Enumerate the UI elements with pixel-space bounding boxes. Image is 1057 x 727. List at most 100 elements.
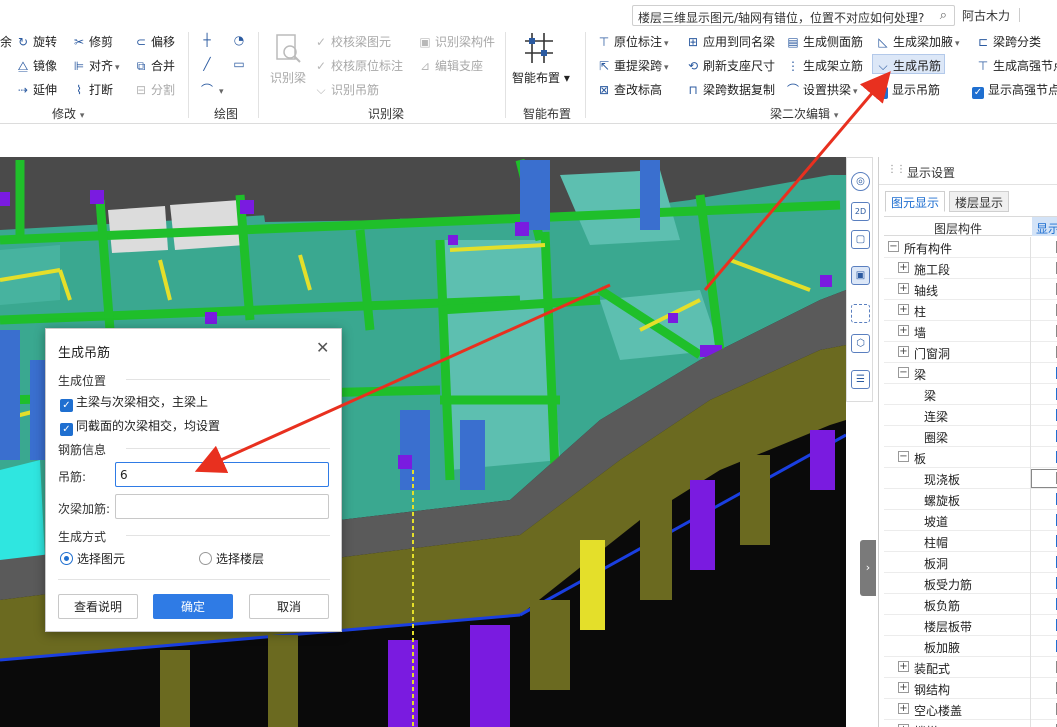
apply-same-beam-button[interactable]: ⊞ 应用到同名梁 — [686, 33, 775, 50]
properties-list-icon[interactable]: ☰ — [851, 370, 870, 389]
gen-hanger-button[interactable]: ⌵ 生成吊筋 — [872, 54, 946, 74]
tree-row[interactable]: 坡道 — [884, 510, 1057, 531]
radio-select-element[interactable]: 选择图元 — [60, 550, 125, 567]
set-arch-beam-button[interactable]: ⌒ 设置拱梁 ▾ — [786, 81, 858, 98]
tree-row[interactable]: 现浇板 — [884, 468, 1057, 489]
gen-beam-haunch-button[interactable]: ◺ 生成梁加腋 ▾ — [876, 33, 959, 50]
tree-row[interactable]: 板负筋 — [884, 594, 1057, 615]
mirror-button[interactable]: ⧋ 镜像 — [16, 57, 57, 74]
tree-row[interactable]: 连梁 — [884, 405, 1057, 426]
break-button[interactable]: ⌇ 打断 — [72, 81, 113, 98]
expand-icon[interactable]: + — [898, 283, 909, 294]
expand-icon[interactable]: + — [898, 325, 909, 336]
close-icon[interactable]: ✕ — [316, 338, 329, 357]
tree-row[interactable]: + 门窗洞 — [884, 342, 1057, 363]
tree-row[interactable]: +楼梯 — [884, 720, 1057, 727]
tree-row[interactable]: 板洞 — [884, 552, 1057, 573]
help-button[interactable]: 查看说明 — [58, 594, 138, 619]
tree-row[interactable]: − 板 — [884, 447, 1057, 468]
search-icon[interactable]: ⌕ — [940, 8, 947, 23]
help-search-box[interactable]: 楼层三维显示图元/轴网有错位，位置不对应如何处理? ⌕ — [632, 5, 955, 26]
align-button[interactable]: ⊫ 对齐 ▾ — [72, 57, 120, 74]
draw-point-button[interactable]: ┼ — [200, 33, 217, 47]
tree-row[interactable]: + 墙 — [884, 321, 1057, 342]
tree-row[interactable]: + 施工段 — [884, 258, 1057, 279]
tree-row[interactable]: 圈梁 — [884, 426, 1057, 447]
gen-erection-bar-button[interactable]: ⋮ 生成架立筋 — [786, 57, 863, 74]
expand-icon[interactable]: + — [898, 262, 909, 273]
option-same-section-checkbox[interactable]: ✓ 同截面的次梁相交，均设置 — [60, 417, 220, 436]
2d-view-icon[interactable]: 2D — [851, 202, 870, 221]
user-name[interactable]: 阿古木力 — [962, 7, 1010, 24]
group-label-modify[interactable]: 修改 ▾ — [52, 105, 84, 122]
radio-select-floor[interactable]: 选择楼层 — [199, 550, 264, 567]
help-search-input[interactable]: 楼层三维显示图元/轴网有错位，位置不对应如何处理? — [638, 9, 924, 26]
tree-row[interactable]: 梁 — [884, 384, 1057, 405]
collapse-icon[interactable]: − — [888, 241, 899, 252]
tab-floor-display[interactable]: 楼层显示 — [949, 191, 1010, 212]
offset-button[interactable]: ⊂ 偏移 — [134, 33, 175, 50]
gen-side-rebar-button[interactable]: ▤ 生成侧面筋 — [786, 33, 863, 50]
merge-button[interactable]: ⧉ 合并 — [134, 57, 175, 74]
gen-high-strength-node-button[interactable]: ⊤ 生成高强节点 — [976, 57, 1057, 74]
orbit-icon[interactable]: ◎ — [851, 172, 870, 191]
tree-row[interactable]: 板受力筋 — [884, 573, 1057, 594]
draw-curve-button[interactable]: ⌒ ▾ — [200, 81, 224, 98]
panel-collapse-handle[interactable]: › — [860, 540, 876, 596]
col-header-show[interactable]: 显示 — [1032, 217, 1057, 236]
box-select-icon[interactable]: ⬡ — [851, 334, 870, 353]
selected-cell[interactable] — [1031, 469, 1057, 488]
cancel-button[interactable]: 取消 — [249, 594, 329, 619]
ok-button[interactable]: 确定 — [153, 594, 233, 619]
tree-row[interactable]: + 柱 — [884, 300, 1057, 321]
cube-icon[interactable]: ▢ — [851, 230, 870, 249]
group-label-secondary[interactable]: 梁二次编辑 ▾ — [770, 105, 838, 122]
view-cube-icon[interactable]: ▣ — [851, 266, 870, 285]
re-extract-span-button[interactable]: ⇱ 重提梁跨 ▾ — [597, 57, 669, 74]
copy-span-data-button[interactable]: ⊓ 梁跨数据复制 — [686, 81, 775, 98]
tree-row[interactable]: + 钢结构 — [884, 678, 1057, 699]
beam-span-classify-button[interactable]: ⊏ 梁跨分类 — [976, 33, 1041, 50]
edit-support-button[interactable]: ⊿ 编辑支座 — [418, 57, 483, 74]
check-elevation-button[interactable]: ⊠ 查改标高 — [597, 81, 662, 98]
collapse-icon[interactable]: − — [898, 367, 909, 378]
tree-row[interactable]: − 所有构件 — [884, 237, 1057, 258]
split-button[interactable]: ⊟ 分割 — [134, 81, 175, 98]
identify-hanger-button[interactable]: ⌵ 识别吊筋 — [314, 81, 379, 98]
smart-layout-button[interactable]: 智能布置 ▾ — [512, 30, 570, 86]
draw-line-button[interactable]: ╱ — [200, 57, 217, 71]
tab-element-display[interactable]: 图元显示 — [885, 191, 946, 212]
tree-row[interactable]: 螺旋板 — [884, 489, 1057, 510]
delete-button[interactable]: 余 — [0, 33, 12, 50]
expand-icon[interactable]: + — [898, 661, 909, 672]
draw-rect-button[interactable]: ▭ — [232, 57, 249, 71]
secondary-rebar-input[interactable] — [115, 494, 329, 519]
tree-row[interactable]: 楼层板带 — [884, 615, 1057, 636]
tree-row[interactable]: + 装配式 — [884, 657, 1057, 678]
check-in-situ-label-button[interactable]: ✓ 校核原位标注 — [314, 57, 403, 74]
identify-beam-component-button[interactable]: ▣ 识别梁构件 — [418, 33, 495, 50]
tree-row[interactable]: 柱帽 — [884, 531, 1057, 552]
show-hanger-checkbox[interactable]: ✓ 显示吊筋 — [876, 81, 940, 99]
expand-icon[interactable]: + — [898, 703, 909, 714]
refresh-support-size-button[interactable]: ⟲ 刷新支座尺寸 — [686, 57, 775, 74]
draw-arc-button[interactable]: ◔ — [232, 33, 249, 47]
expand-icon[interactable]: + — [898, 682, 909, 693]
expand-icon[interactable]: + — [898, 346, 909, 357]
drag-handle-icon[interactable]: ⋮⋮ — [887, 164, 906, 175]
tree-row[interactable]: + 轴线 — [884, 279, 1057, 300]
hanger-input[interactable] — [115, 462, 329, 487]
rotate-button[interactable]: ↻ 旋转 — [16, 33, 57, 50]
fit-view-icon[interactable] — [851, 304, 870, 323]
trim-button[interactable]: ✂ 修剪 — [72, 33, 113, 50]
tree-row[interactable]: − 梁 — [884, 363, 1057, 384]
extend-button[interactable]: ⇢ 延伸 — [16, 81, 57, 98]
in-situ-label-button[interactable]: ⊤ 原位标注 ▾ — [597, 33, 669, 50]
check-beam-element-button[interactable]: ✓ 校核梁图元 — [314, 33, 391, 50]
option-main-secondary-checkbox[interactable]: ✓ 主梁与次梁相交，主梁上 — [60, 393, 208, 412]
tree-row[interactable]: 板加腋 — [884, 636, 1057, 657]
identify-beam-button[interactable]: 识别梁 — [268, 32, 308, 86]
expand-icon[interactable]: + — [898, 304, 909, 315]
show-high-strength-checkbox[interactable]: ✓ 显示高强节点 — [972, 81, 1057, 99]
collapse-icon[interactable]: − — [898, 451, 909, 462]
